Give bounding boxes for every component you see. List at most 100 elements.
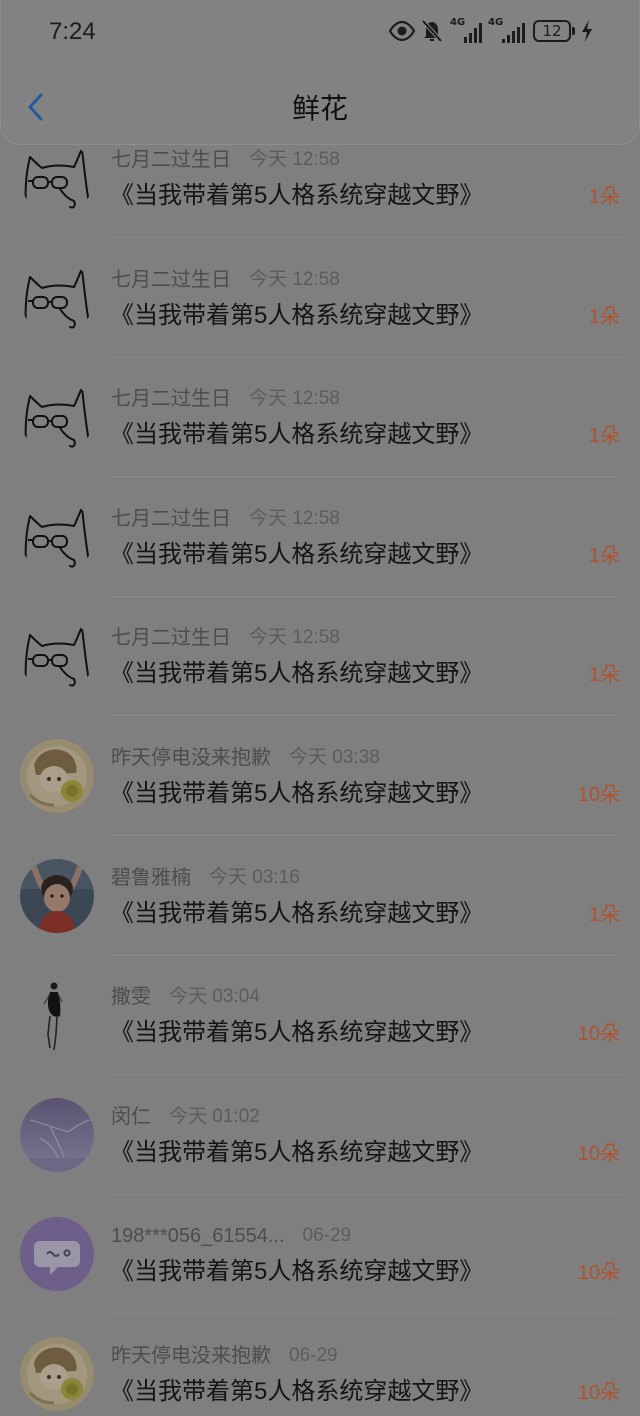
book-title: 《当我带着第5人格系统穿越文野》 [110,182,484,209]
divider [110,237,620,238]
battery-level: 12 [542,22,562,40]
flowers-page: 七月二过生日 今天 12:58 《当我带着第5人格系统穿越文野》 1朵 七月二过… [0,0,640,1416]
username: 昨天停电没来抱歉 [111,746,271,769]
flower-count: 1朵 [588,544,620,567]
page-title: 鲜花 [291,93,348,124]
gift-time: 今天 03:38 [289,746,380,768]
divider [110,595,620,597]
gift-time: 06-29 [302,1225,352,1247]
list-item[interactable]: 198***056_61554... 06-29 《当我带着第5人格系统穿越文野… [0,1202,640,1322]
list-item[interactable]: 七月二过生日 今天 12:58 《当我带着第5人格系统穿越文野》 1朵 [0,246,640,366]
flower-count: 1朵 [588,664,620,687]
flower-count: 1朵 [588,425,620,448]
item-meta: 七月二过生日 今天 12:58 [111,385,340,413]
item-meta: 碧鲁雅楠 今天 03:16 [111,864,300,892]
user-avatar[interactable] [20,978,94,1052]
flower-count: 1朵 [588,186,620,208]
gift-time: 今天 12:58 [249,507,340,529]
item-meta: 昨天停电没来抱歉 06-29 [111,1342,338,1370]
gift-time: 今天 01:02 [169,1105,260,1127]
item-meta: 198***056_61554... 06-29 [111,1222,351,1250]
item-meta: 七月二过生日 今天 12:58 [111,146,340,174]
gift-time: 今天 12:58 [249,388,340,410]
divider [110,1074,620,1076]
bell-off-icon [421,19,443,43]
divider [110,1313,620,1315]
list-item[interactable]: 昨天停电没来抱歉 今天 03:38 《当我带着第5人格系统穿越文野》 10朵 [0,724,640,844]
username: 七月二过生日 [111,388,231,411]
item-meta: 闵仁 今天 01:02 [111,1103,260,1131]
username: 七月二过生日 [111,149,231,171]
username: 撒雯 [111,986,151,1009]
divider [110,356,620,358]
user-avatar[interactable] [20,1097,94,1172]
network-type: 4G [450,17,466,28]
flower-count: 1朵 [588,903,620,926]
book-title: 《当我带着第5人格系统穿越文野》 [110,1019,484,1047]
gift-time: 今天 12:58 [249,268,340,290]
user-avatar[interactable] [20,380,94,454]
divider [110,834,620,836]
gift-time: 今天 12:58 [249,627,340,649]
divider [110,1193,620,1195]
divider [110,954,620,956]
user-avatar[interactable] [20,261,94,335]
divider [110,476,620,478]
book-title: 《当我带着第5人格系统穿越文野》 [110,1377,484,1405]
signal-icon: 4G [450,17,482,43]
book-title: 《当我带着第5人格系统穿越文野》 [110,301,484,329]
username: 闵仁 [111,1105,151,1128]
user-avatar[interactable] [20,619,94,693]
username: 七月二过生日 [111,268,231,291]
username: 昨天停电没来抱歉 [111,1344,271,1367]
username: 碧鲁雅楠 [111,866,191,889]
user-avatar[interactable] [20,858,94,933]
network-type: 4G [488,17,504,28]
book-title: 《当我带着第5人格系统穿越文野》 [110,421,484,449]
user-avatar[interactable] [20,739,94,813]
flower-count: 1朵 [588,305,620,328]
user-avatar[interactable] [20,1337,94,1411]
flower-count: 10朵 [577,1262,620,1285]
book-title: 《当我带着第5人格系统穿越文野》 [110,779,484,807]
book-title: 《当我带着第5人格系统穿越文野》 [110,899,484,927]
flower-count: 10朵 [577,1023,620,1046]
user-avatar[interactable] [20,141,94,215]
list-item[interactable]: 昨天停电没来抱歉 06-29 《当我带着第5人格系统穿越文野》 10朵 [0,1322,640,1414]
flower-count: 10朵 [577,1142,620,1165]
item-meta: 七月二过生日 今天 12:58 [111,624,340,652]
item-meta: 昨天停电没来抱歉 今天 03:38 [111,744,380,772]
gift-time: 今天 03:16 [209,866,300,888]
user-avatar[interactable] [20,1217,94,1292]
book-title: 《当我带着第5人格系统穿越文野》 [110,1138,484,1166]
item-meta: 撒雯 今天 03:04 [111,983,260,1011]
list-item[interactable]: 碧鲁雅楠 今天 03:16 《当我带着第5人格系统穿越文野》 1朵 [0,844,640,964]
item-meta: 七月二过生日 今天 12:58 [111,266,340,294]
gift-time: 06-29 [289,1344,338,1366]
flower-count: 10朵 [577,783,620,806]
divider [110,715,620,717]
username: 七月二过生日 [111,627,231,650]
gift-time: 今天 03:04 [169,986,260,1008]
charging-bolt-icon [581,20,593,42]
gift-time: 今天 12:58 [249,149,340,170]
item-meta: 七月二过生日 今天 12:58 [111,505,340,533]
book-title: 《当我带着第5人格系统穿越文野》 [110,1258,484,1286]
list-item[interactable]: 闵仁 今天 01:02 《当我带着第5人格系统穿越文野》 10朵 [0,1083,640,1203]
status-time: 7:24 [49,18,96,45]
eye-icon [388,20,416,42]
flower-count: 10朵 [577,1381,620,1404]
user-avatar[interactable] [20,500,94,574]
list-item[interactable]: 撒雯 今天 03:04 《当我带着第5人格系统穿越文野》 10朵 [0,963,640,1083]
book-title: 《当我带着第5人格系统穿越文野》 [110,540,484,568]
app-header: 7:24 4G 4G 12 鲜花 [0,0,640,145]
username: 七月二过生日 [111,507,231,530]
battery-nub [572,27,575,35]
book-title: 《当我带着第5人格系统穿越文野》 [110,660,484,688]
flower-record-list[interactable]: 七月二过生日 今天 12:58 《当我带着第5人格系统穿越文野》 1朵 七月二过… [0,126,640,1416]
list-item[interactable]: 七月二过生日 今天 12:58 《当我带着第5人格系统穿越文野》 1朵 [0,485,640,605]
list-item[interactable]: 七月二过生日 今天 12:58 《当我带着第5人格系统穿越文野》 1朵 [0,604,640,724]
list-item[interactable]: 七月二过生日 今天 12:58 《当我带着第5人格系统穿越文野》 1朵 [0,365,640,485]
signal-icon: 4G [488,17,526,43]
username: 198***056_61554... [111,1225,285,1248]
